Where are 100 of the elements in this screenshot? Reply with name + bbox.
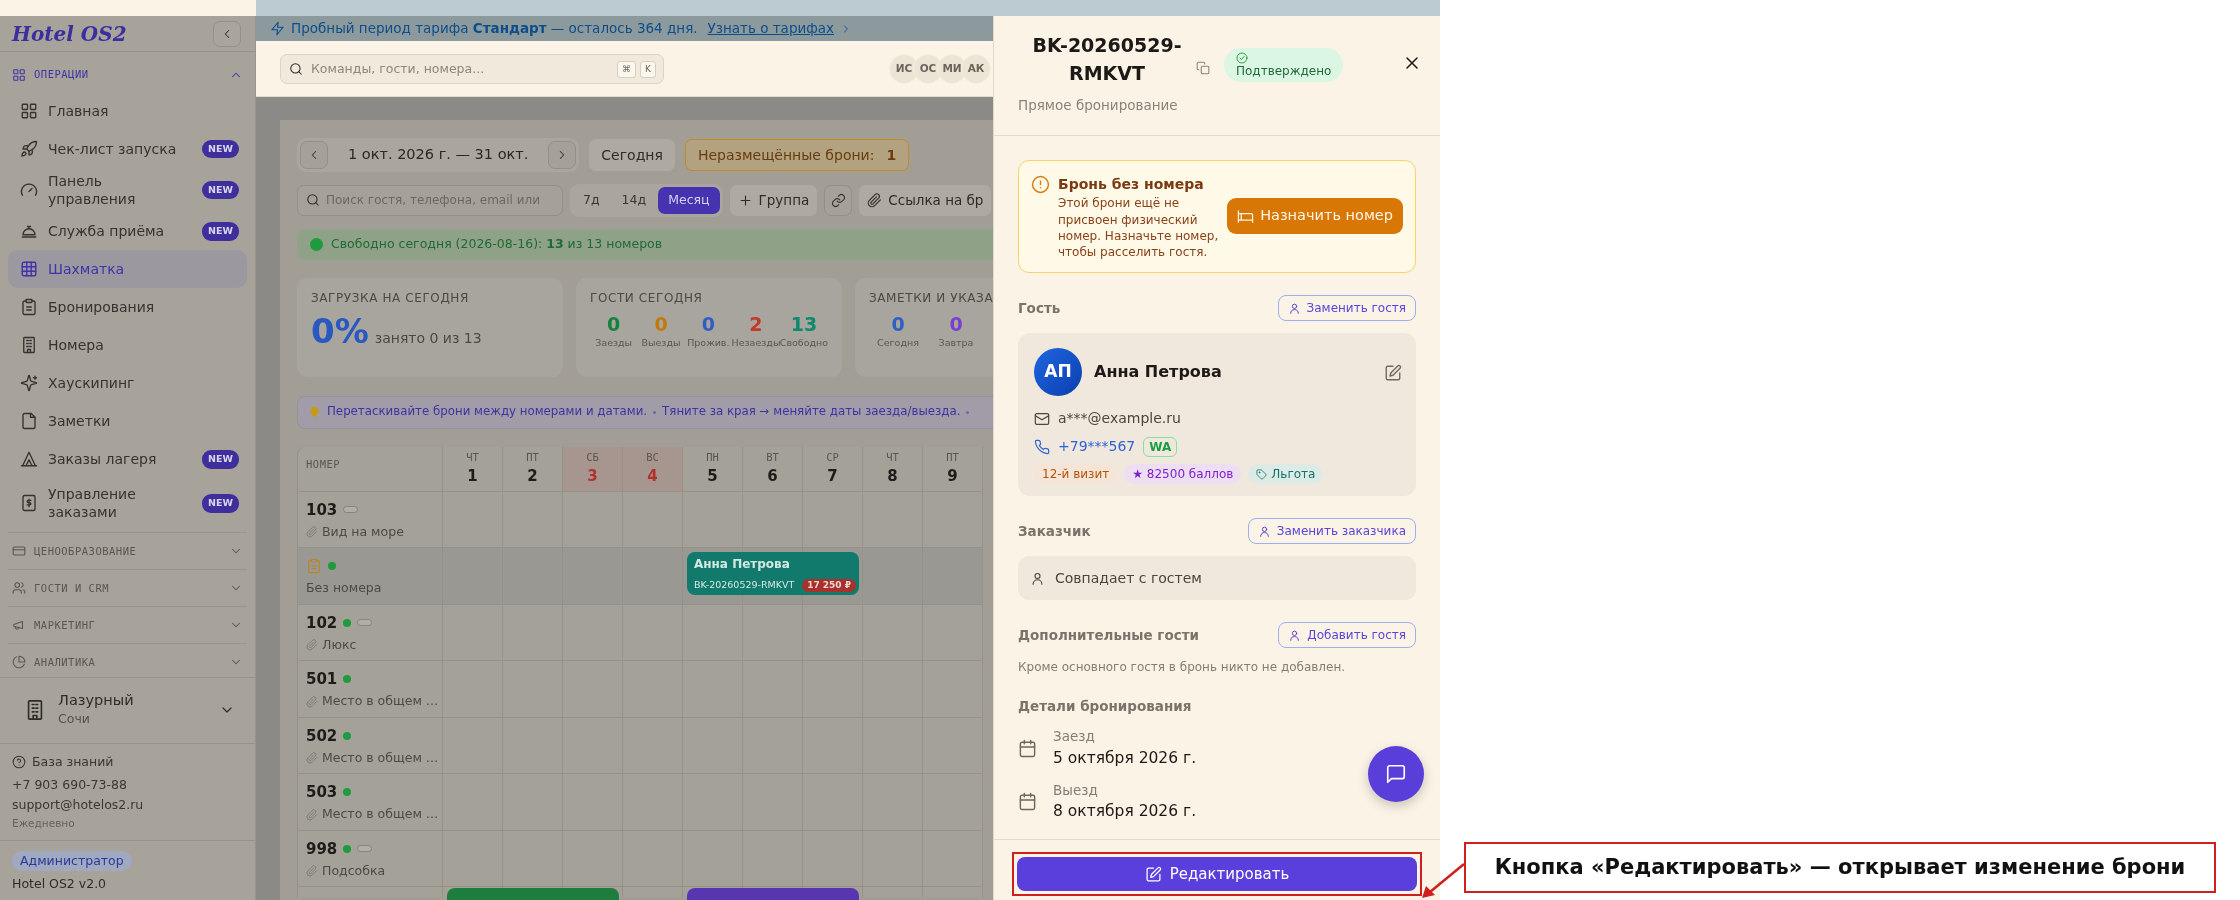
search-icon	[289, 61, 303, 76]
add-guest-button[interactable]: Добавить гостя	[1278, 622, 1416, 649]
paperclip-icon	[306, 865, 318, 878]
section-header[interactable]: ОПЕРАЦИИ	[0, 52, 255, 92]
sidebar-item[interactable]: Бронирования	[8, 288, 247, 327]
previous-button[interactable]	[300, 141, 328, 169]
today-button[interactable]: Сегодня	[589, 139, 675, 171]
property-selector[interactable]: Лазурный Сочи	[0, 676, 255, 743]
link-button[interactable]	[824, 184, 853, 216]
edit-guest-button[interactable]	[1384, 364, 1400, 381]
room-type: Место в общем …	[322, 805, 439, 824]
availability-text: Свободно сегодня (2026-08-16): 13 из 13 номеров	[331, 234, 663, 253]
support-phone: +7 903 690-73-88	[12, 775, 128, 794]
annotation-callout: Кнопка «Редактировать» — открывает изменение брони	[1464, 842, 2216, 893]
section-heading: Заказчик	[1018, 521, 1091, 541]
day-number: 5	[707, 466, 718, 488]
group-button[interactable]: Группа	[729, 184, 818, 216]
collapse-button[interactable]	[213, 20, 241, 47]
rocket-icon	[20, 140, 38, 158]
sidebar-item[interactable]: Панель управления NEW	[8, 168, 247, 213]
replace-guest-button[interactable]: Заменить гостя	[1277, 295, 1416, 322]
day-number: 6	[767, 466, 778, 488]
unassigned-bookings-button[interactable]: Неразмещённые брони: 1	[684, 139, 910, 171]
bed-icon	[1237, 207, 1255, 225]
sidebar-item[interactable]: Хаускипинг	[8, 364, 247, 403]
detail-value: 8 октября 2026 г.	[1053, 801, 1197, 823]
guest-tag: Льгота	[1248, 464, 1324, 485]
room-type: Подсобка	[322, 861, 386, 880]
stat-label: Прожив.	[687, 335, 730, 350]
sidebar-item[interactable]: Главная	[8, 92, 247, 130]
edit-icon	[1144, 865, 1162, 883]
booking-bar[interactable]	[447, 888, 619, 900]
new-badge: NEW	[202, 494, 239, 513]
clipboard-icon	[20, 298, 38, 317]
lightning-icon	[270, 21, 285, 36]
sidebar-item[interactable]: Управление заказами NEW	[8, 478, 247, 529]
stat-label: Незаезды	[731, 335, 781, 350]
pie-chart-icon	[12, 655, 26, 670]
section-header[interactable]: ГОСТИ И CRM	[8, 569, 247, 607]
room-number: 102	[306, 612, 338, 634]
room-number: 503	[306, 782, 338, 803]
share-link-button[interactable]: Ссылка на бр	[859, 184, 992, 216]
mail-icon	[1034, 410, 1050, 427]
dashboard-icon	[20, 102, 38, 120]
occupancy-percent: 0%	[311, 312, 369, 351]
paperclip-icon	[306, 808, 318, 821]
stat-label: Сегодня	[877, 335, 919, 350]
sidebar-item[interactable]: Служба приёма NEW	[8, 212, 247, 251]
chat-button[interactable]	[1368, 746, 1424, 802]
weekday: ЧТ	[466, 449, 479, 465]
hint-text: Тяните за края → меняйте даты заезда/выезда.	[662, 403, 961, 421]
day-number: 4	[647, 466, 658, 488]
sparkle-icon	[20, 374, 38, 393]
date-range: 1 окт. 2026 г. — 31 окт.	[347, 145, 530, 165]
next-button[interactable]	[548, 141, 577, 169]
customer-value: Совпадает с гостем	[1055, 568, 1202, 588]
logo[interactable]: Hotel OS2	[12, 18, 127, 49]
view-tab[interactable]: 14д	[611, 187, 657, 214]
tag-icon	[1256, 468, 1268, 480]
user-avatar[interactable]: АК	[961, 53, 991, 84]
section-header[interactable]: МАРКЕТИНГ	[8, 606, 247, 644]
sidebar-item[interactable]: Заметки	[8, 402, 247, 441]
section-header[interactable]: ЦЕНООБРАЗОВАНИЕ	[8, 532, 247, 570]
sidebar-item[interactable]: Чек-лист запуска NEW	[8, 130, 247, 168]
assign-room-button[interactable]: Назначить номер	[1227, 198, 1403, 235]
alert-text: Этой брони ещё не присвоен физический номер. Назначьте номер, чтобы расселить гостя.	[1058, 195, 1220, 261]
view-tab[interactable]: 7д	[573, 187, 610, 214]
paperclip-icon	[306, 695, 318, 708]
guest-search-field[interactable]: Поиск гостя, телефона, email или	[297, 184, 563, 216]
weekday: СБ	[586, 449, 599, 465]
guest-phone[interactable]: +79***567	[1058, 436, 1136, 458]
booking-bar[interactable]	[687, 888, 859, 900]
chat-icon	[1385, 763, 1407, 785]
weekday: ЧТ	[886, 449, 899, 465]
support-email: support@hotelos2.ru	[12, 795, 145, 814]
view-tab[interactable]: Месяц	[658, 187, 720, 214]
knowledge-base-link[interactable]: База знаний	[12, 751, 114, 772]
paperclip-icon	[306, 639, 318, 652]
messenger-badge: WA	[1143, 436, 1178, 457]
section-header[interactable]: АНАЛИТИКА	[8, 643, 247, 677]
copy-icon	[1196, 61, 1210, 75]
pricing-link[interactable]: Узнать о тарифах	[707, 18, 835, 39]
booking-bar[interactable]: Анна Петрова BK-20260529-RMKVT 17 250 ₽	[687, 552, 859, 596]
stat-value: 2	[749, 312, 763, 336]
sidebar-item[interactable]: Номера	[8, 326, 247, 365]
detail-value: 5 октября 2026 г.	[1053, 747, 1197, 769]
room-number: 501	[306, 669, 338, 690]
replace-customer-button[interactable]: Заменить заказчика	[1247, 518, 1416, 545]
calendar-icon	[1018, 738, 1037, 758]
clipboard-icon	[306, 558, 322, 575]
edit-button[interactable]: Редактировать	[1017, 857, 1417, 891]
alert-icon	[1031, 175, 1050, 195]
weekday: ПТ	[526, 449, 539, 465]
property-city: Сочи	[58, 710, 91, 729]
stat-value: 0	[654, 312, 668, 336]
guest-avatar: АП	[1034, 348, 1082, 397]
status-badge: Подтверждено	[1224, 48, 1344, 83]
sidebar-item[interactable]: Заказы лагеря NEW	[8, 440, 247, 479]
sidebar-item[interactable]: Шахматка	[8, 250, 247, 289]
day-number: 3	[587, 466, 598, 488]
